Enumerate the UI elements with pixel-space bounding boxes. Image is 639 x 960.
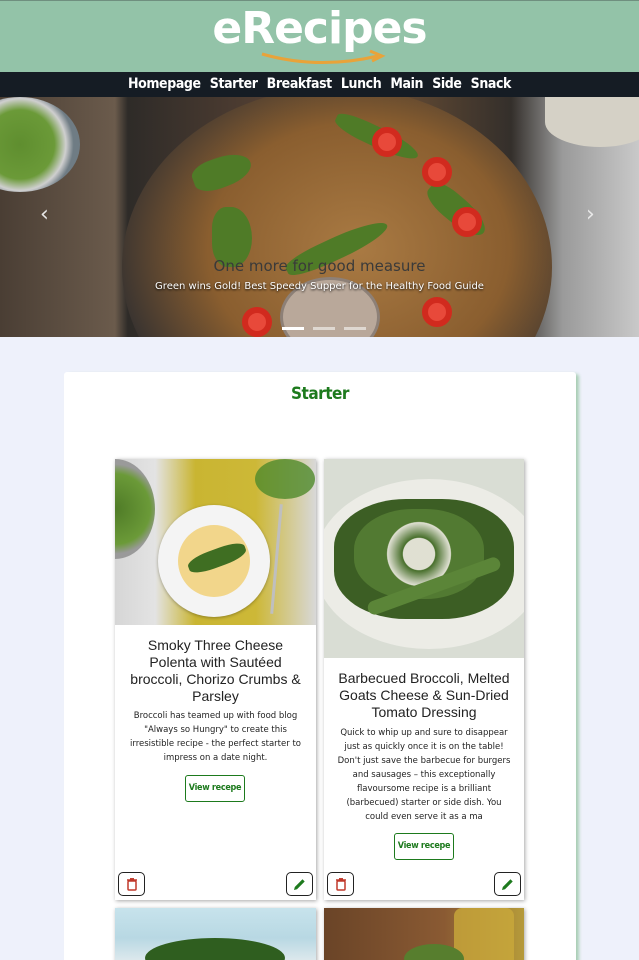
delete-button[interactable] <box>118 872 145 896</box>
pencil-icon <box>294 878 305 890</box>
nav-item-breakfast[interactable]: Breakfast <box>267 72 333 96</box>
carousel-indicator[interactable] <box>344 327 367 330</box>
recipe-description: Broccoli has teamed up with food blog "A… <box>130 711 301 763</box>
nav-item-snack[interactable]: Snack <box>471 72 512 96</box>
trash-icon <box>335 877 346 891</box>
recipe-title: Smoky Three Cheese Polenta with Sautéed … <box>130 637 301 704</box>
recipe-card: Smoky Three Cheese Polenta with Sautéed … <box>115 459 316 900</box>
recipe-image[interactable] <box>115 459 316 625</box>
recipe-title: Barbecued Broccoli, Melted Goats Cheese … <box>338 670 510 720</box>
recipe-card: Barbecued Broccoli, Melted Goats Cheese … <box>324 459 524 900</box>
edit-button[interactable] <box>286 872 313 896</box>
nav-item-main[interactable]: Main <box>390 72 423 96</box>
site-header: eRecipes <box>0 0 639 72</box>
carousel-image-dish <box>545 97 639 147</box>
nav-item-lunch[interactable]: Lunch <box>341 72 382 96</box>
recipe-image[interactable] <box>115 908 316 960</box>
carousel-indicator[interactable] <box>313 327 336 330</box>
carousel-image-plate <box>0 97 80 192</box>
trash-icon <box>126 877 137 891</box>
view-recipe-button[interactable]: View recepe <box>185 775 245 802</box>
logo-smile-icon <box>261 49 386 65</box>
delete-button[interactable] <box>327 872 354 896</box>
edit-button[interactable] <box>494 872 521 896</box>
view-recipe-button[interactable]: View recepe <box>394 833 454 860</box>
pencil-icon <box>502 878 513 890</box>
carousel-caption-subtitle: Green wins Gold! Best Speedy Supper for … <box>155 281 484 292</box>
main-nav: Homepage Starter Breakfast Lunch Main Si… <box>0 72 639 97</box>
chevron-right-icon[interactable]: › <box>586 202 595 227</box>
recipe-card <box>115 908 316 960</box>
hero-carousel: ‹ › One more for good measure Green wins… <box>0 97 639 337</box>
site-logo[interactable]: eRecipes <box>0 3 639 54</box>
nav-item-side[interactable]: Side <box>432 72 462 96</box>
recipe-description: Quick to whip up and sure to disappear j… <box>337 728 511 822</box>
chevron-left-icon[interactable]: ‹ <box>40 202 49 227</box>
nav-item-starter[interactable]: Starter <box>210 72 258 96</box>
section-title: Starter <box>291 384 349 404</box>
carousel-indicators <box>282 315 370 334</box>
carousel-indicator[interactable] <box>282 327 304 330</box>
carousel-caption-title: One more for good measure <box>213 257 426 275</box>
nav-item-homepage[interactable]: Homepage <box>128 72 201 96</box>
recipe-card <box>324 908 524 960</box>
recipe-image[interactable] <box>324 908 524 960</box>
recipe-image[interactable] <box>324 459 524 658</box>
